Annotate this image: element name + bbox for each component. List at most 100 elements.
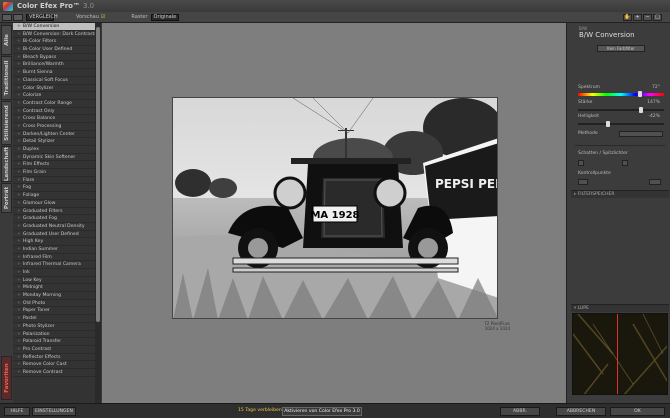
tab-portrait[interactable]: Porträt (1, 183, 12, 213)
filter-list-item[interactable]: + Dynamic Skin Softener (13, 154, 95, 162)
filter-label: Pastel (22, 316, 37, 322)
help-button[interactable]: HILFE (4, 407, 30, 416)
zoom-in-icon[interactable]: + (633, 13, 642, 21)
filter-list-item[interactable]: + Indian Summer (13, 246, 95, 254)
settings-button[interactable]: EINSTELLUNGEN (32, 407, 76, 416)
filter-list-item[interactable]: + Bi-Color User Defined (13, 46, 95, 54)
grid-label: Raster (131, 14, 148, 20)
strength-slider-thumb[interactable] (638, 107, 643, 113)
ok-button[interactable]: OK (610, 407, 665, 416)
filter-list-item[interactable]: + Infrared Thermal Camera (13, 261, 95, 269)
filter-list-item[interactable]: + Ink (13, 269, 95, 277)
filter-list-item[interactable]: + Bi-Color Filters (13, 38, 95, 47)
filter-list-item[interactable]: + Midnight (13, 284, 95, 293)
spectrum-value: 72° (652, 85, 660, 90)
preset-select[interactable]: Kein Farbfilter (597, 45, 645, 52)
filter-list-item[interactable]: + Remove Contrast (13, 369, 95, 377)
filter-list-item[interactable]: + Polarization (13, 331, 95, 339)
filter-list-item[interactable]: + Detail Stylizer (13, 138, 95, 146)
pepsi-sign-text: PEPSI PEPSI (435, 177, 498, 191)
spectrum-slider[interactable] (578, 91, 664, 97)
filter-list-item[interactable]: + Remove Color Cast (13, 361, 95, 369)
hand-icon[interactable]: ✋ (623, 13, 632, 21)
filter-list-item[interactable]: + Fog (13, 184, 95, 193)
car-photo-image: PEPSI PEPSI MA 1928 (173, 98, 498, 318)
filter-list-item[interactable]: + Pro Contrast (13, 346, 95, 354)
filter-list-item[interactable]: + Contrast Only (13, 108, 95, 116)
filter-list-item[interactable]: + Polaroid Transfer (13, 338, 95, 346)
method-select[interactable] (619, 131, 663, 137)
filter-list-item[interactable]: + Low Key (13, 277, 95, 285)
add-control-point-button[interactable] (578, 179, 588, 185)
brightness-slider-thumb[interactable] (606, 121, 611, 127)
filter-list-item[interactable]: + Glamour Glow (13, 200, 95, 208)
filter-list-item[interactable]: + B/W Conversion (13, 23, 95, 31)
filter-list-item[interactable]: + High Key (13, 238, 95, 246)
filter-list-item[interactable]: + Brilliance/Warmth (13, 61, 95, 70)
filter-list-item[interactable]: + Graduated Filters (13, 208, 95, 216)
shadows-highlights-label: Schatten / Spitzlichter (578, 151, 628, 156)
activate-button[interactable]: Aktivieren von Color Efex Pro 3.0 (282, 407, 362, 416)
filter-list-item[interactable]: + Flare (13, 177, 95, 185)
bottom-bar: HILFE EINSTELLUNGEN 15 Tage verbleibend … (0, 403, 670, 418)
loupe-split-line[interactable] (617, 314, 618, 394)
filter-list-item[interactable]: + Foliage (13, 192, 95, 200)
filter-list-item[interactable]: + Photo Stylizer (13, 323, 95, 331)
tab-all[interactable]: Alle (1, 25, 12, 55)
single-view-button[interactable] (2, 13, 12, 21)
filter-label: Polarization (22, 331, 50, 337)
cancel-small-button[interactable]: ABBR. (500, 407, 540, 416)
scrollbar-thumb[interactable] (96, 27, 100, 322)
remove-control-point-button[interactable] (649, 179, 661, 185)
shadows-toggle[interactable] (578, 160, 584, 166)
filter-memory-section[interactable]: ▸ FILTERSPEICHER (571, 190, 669, 198)
tab-traditional[interactable]: Traditionell (1, 56, 12, 100)
loupe-view[interactable] (572, 313, 668, 395)
filter-list-item[interactable]: + Burnt Sienna (13, 69, 95, 77)
preview-checkbox[interactable]: ☑ (101, 14, 105, 20)
filter-list-item[interactable]: + Old Photo (13, 300, 95, 308)
brightness-slider[interactable] (578, 121, 664, 127)
app-title: Color Efex Pro™ (17, 2, 80, 10)
filter-list-item[interactable]: + Darken/Lighten Center (13, 131, 95, 139)
filter-list-item[interactable]: + Infrared Film (13, 254, 95, 262)
filter-list-item[interactable]: + Graduated Fog (13, 215, 95, 223)
brightness-label: Helligkeit (578, 114, 599, 119)
expand-icon: + (17, 300, 21, 306)
strength-slider[interactable] (578, 107, 664, 113)
grid-select[interactable]: Originale (150, 13, 179, 21)
filter-list-item[interactable]: + Contrast Color Range (13, 100, 95, 108)
filter-list-item[interactable]: + Film Grain (13, 169, 95, 177)
zoom-out-icon[interactable]: − (643, 13, 652, 21)
fit-icon[interactable]: □ (653, 13, 662, 21)
filter-list-item[interactable]: + Colorize (13, 92, 95, 100)
filter-list-item[interactable]: + Monday Morning (13, 292, 95, 300)
highlights-toggle[interactable] (622, 160, 628, 166)
tab-landscape[interactable]: Landschaft (1, 146, 12, 182)
preview-canvas[interactable]: PEPSI PEPSI MA 1928 (102, 23, 566, 403)
filter-list-item[interactable]: + Cross Processing (13, 123, 95, 131)
split-view-button[interactable] (13, 13, 23, 21)
loupe-section[interactable]: ▾ LUPE (571, 304, 669, 312)
tab-favorites[interactable]: Favoriten (1, 356, 12, 400)
filter-list-item[interactable]: + Bleach Bypass (13, 54, 95, 62)
filter-list-item[interactable]: + Cross Balance (13, 115, 95, 123)
filter-list-item[interactable]: + Classical Soft Focus (13, 77, 95, 85)
filter-list-item[interactable]: + Graduated Neutral Density (13, 223, 95, 231)
filter-list-item[interactable]: + Color Stylizer (13, 85, 95, 93)
tab-stylizing[interactable]: Stilisierend (1, 101, 12, 145)
filter-label: Bi-Color User Defined (22, 47, 73, 53)
filter-list-item[interactable]: + B/W Conversion: Dark Contrasts (13, 31, 95, 39)
expand-icon: + (17, 47, 21, 53)
cancel-button[interactable]: ABBRECHEN (556, 407, 606, 416)
filter-list-item[interactable]: + Reflector Effects (13, 354, 95, 362)
expand-icon: + (17, 362, 21, 368)
filter-list-item[interactable]: + Duplex (13, 146, 95, 154)
spectrum-slider-thumb[interactable] (637, 91, 642, 97)
filter-list-item[interactable]: + Film Effects (13, 161, 95, 170)
filter-list-item[interactable]: + Graduated User Defined (13, 231, 95, 239)
filter-list-item[interactable]: + Paper Toner (13, 307, 95, 316)
view-compare-select[interactable]: VERGLEICH (26, 13, 58, 21)
filter-list-scrollbar[interactable] (95, 23, 101, 403)
filter-list-item[interactable]: + Pastel (13, 315, 95, 323)
